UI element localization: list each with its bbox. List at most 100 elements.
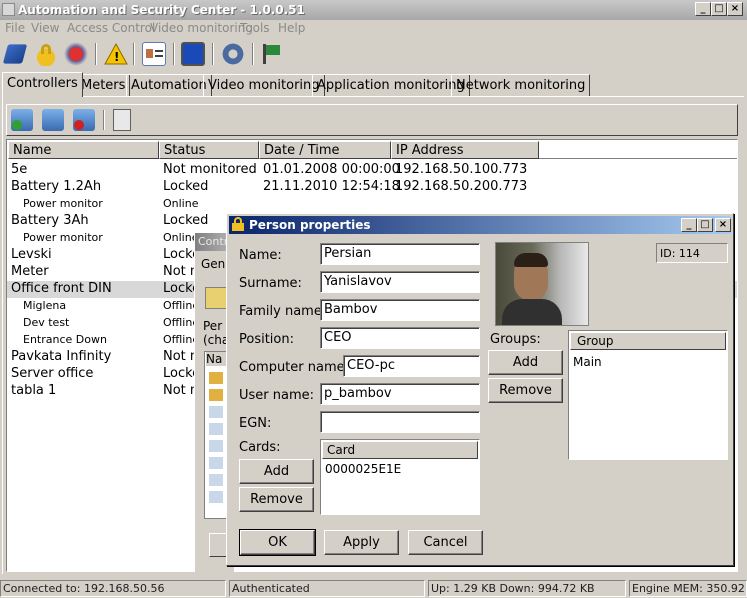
cards-column-header[interactable]: Card xyxy=(322,441,478,459)
alarm-icon[interactable] xyxy=(64,42,88,66)
row-name: Dev test xyxy=(23,316,70,329)
row-status: Locked xyxy=(163,179,209,194)
row-datetime: 21.11.2010 12:54:18 xyxy=(263,179,400,194)
menu-help[interactable]: Help xyxy=(278,21,305,35)
close-button[interactable]: × xyxy=(727,2,743,16)
delete-controller-icon[interactable] xyxy=(73,109,95,131)
monitor-icon[interactable] xyxy=(181,42,205,66)
menu-file[interactable]: File xyxy=(5,21,25,35)
person-icon xyxy=(209,372,223,384)
row-status: Online xyxy=(163,197,199,210)
dialog-title: Person properties xyxy=(249,218,371,232)
add-controller-icon[interactable] xyxy=(11,109,33,131)
app-title-bar: Automation and Security Center - 1.0.0.5… xyxy=(0,0,747,20)
card-icon xyxy=(209,491,223,503)
menu-view[interactable]: View xyxy=(31,21,59,35)
row-datetime: 01.01.2008 00:00:00 xyxy=(263,162,400,177)
person-icon[interactable] xyxy=(205,287,227,309)
card-item[interactable]: 0000025E1E xyxy=(325,462,401,476)
table-row[interactable]: Power monitor Online xyxy=(7,196,737,213)
add-card-button[interactable]: Add xyxy=(239,459,314,484)
menu-tools[interactable]: Tools xyxy=(240,21,270,35)
background-window-tab[interactable]: Gen xyxy=(201,257,225,271)
name-label: Name: xyxy=(239,248,282,263)
person-icon xyxy=(209,389,223,401)
row-name: Miglena xyxy=(23,299,67,312)
remove-card-button[interactable]: Remove xyxy=(239,487,314,512)
controllers-toolbar xyxy=(6,104,738,136)
menu-access-control[interactable]: Access Control xyxy=(67,21,155,35)
column-header-name[interactable]: Name xyxy=(8,141,159,159)
tab-meters[interactable]: Meters xyxy=(76,74,131,96)
computer-name-label: Computer name: xyxy=(239,360,350,375)
svg-text:!: ! xyxy=(114,50,119,64)
tab-network-monitoring[interactable]: Network monitoring xyxy=(451,74,591,96)
dialog-minimize-button[interactable]: _ xyxy=(681,218,697,232)
card-icon xyxy=(209,457,223,469)
dialog-close-button[interactable]: × xyxy=(715,218,731,232)
row-status: Not monitored xyxy=(163,162,257,177)
surname-field[interactable]: Yanislavov xyxy=(320,271,480,293)
position-field[interactable]: CEO xyxy=(320,327,480,349)
table-row[interactable]: Battery 1.2Ah Locked 21.11.2010 12:54:18 19… xyxy=(7,179,737,196)
tab-application-monitoring[interactable]: Application monitoring xyxy=(312,74,470,96)
main-toolbar: ! xyxy=(0,38,747,72)
family-name-label: Family name: xyxy=(239,304,327,319)
egn-field[interactable] xyxy=(320,411,480,433)
row-name: tabla 1 xyxy=(11,383,57,398)
column-header-ip[interactable]: IP Address xyxy=(391,141,539,159)
user-name-field[interactable]: p_bambov xyxy=(320,383,480,405)
groups-list[interactable]: Group Main xyxy=(568,330,728,460)
dialog-title-bar: Person properties xyxy=(229,216,731,234)
app-logo-icon xyxy=(2,3,15,16)
status-connection: Connected to: 192.168.50.56 xyxy=(0,580,226,597)
egn-label: EGN: xyxy=(239,416,272,431)
add-group-button[interactable]: Add xyxy=(488,350,563,375)
name-field[interactable]: Persian xyxy=(320,243,480,265)
position-label: Position: xyxy=(239,332,294,347)
row-name: Battery 3Ah xyxy=(11,213,89,228)
remove-group-button[interactable]: Remove xyxy=(488,378,563,403)
warning-icon[interactable]: ! xyxy=(104,42,128,66)
menu-video-monitoring[interactable]: Video monitoring xyxy=(150,21,253,35)
card-icon xyxy=(209,440,223,452)
cancel-button[interactable]: Cancel xyxy=(408,530,483,555)
dialog-maximize-button[interactable]: □ xyxy=(697,218,713,232)
row-name: Office front DIN xyxy=(11,281,112,296)
table-row[interactable]: 5e Not monitored 01.01.2008 00:00:00 192.16… xyxy=(7,162,737,179)
card-icon xyxy=(209,406,223,418)
column-header-datetime[interactable]: Date / Time xyxy=(259,141,391,159)
group-item[interactable]: Main xyxy=(573,355,602,369)
background-window-label: Per xyxy=(203,319,223,333)
person-photo xyxy=(495,242,589,326)
status-traffic: Up: 1.29 KB Down: 994.72 KB xyxy=(428,580,626,597)
family-name-field[interactable]: Bambov xyxy=(320,299,480,321)
clipboard-icon[interactable] xyxy=(113,109,131,131)
ok-button[interactable]: OK xyxy=(239,529,316,556)
edit-controller-icon[interactable] xyxy=(42,109,64,131)
minimize-button[interactable]: _ xyxy=(695,2,711,16)
maximize-button[interactable]: □ xyxy=(711,2,727,16)
tab-controllers[interactable]: Controllers xyxy=(2,72,83,97)
groups-column-header[interactable]: Group xyxy=(570,332,726,350)
exit-flag-icon[interactable] xyxy=(260,42,284,66)
tab-video-monitoring[interactable]: Video monitoring xyxy=(203,74,325,96)
menu-bar: File View Access Control Video monitorin… xyxy=(0,20,747,38)
surname-label: Surname: xyxy=(239,276,302,291)
row-ip: 192.168.50.100.773 xyxy=(395,162,528,177)
tab-automation[interactable]: Automation xyxy=(126,74,212,96)
window-title: Automation and Security Center - 1.0.0.5… xyxy=(18,3,305,17)
card-icon xyxy=(209,423,223,435)
computer-name-field[interactable]: CEO-pc xyxy=(343,355,480,377)
settings-gear-icon[interactable] xyxy=(221,42,245,66)
cards-list[interactable]: Card 0000025E1E xyxy=(320,439,480,515)
network-connect-icon[interactable] xyxy=(2,44,28,64)
row-ip: 192.168.50.200.773 xyxy=(395,179,528,194)
row-status: Locked xyxy=(163,213,209,228)
row-name: Server office xyxy=(11,366,94,381)
apply-button[interactable]: Apply xyxy=(324,530,399,555)
person-card-icon[interactable] xyxy=(142,42,166,66)
user-name-label: User name: xyxy=(239,388,315,403)
lock-icon[interactable] xyxy=(34,42,58,66)
column-header-status[interactable]: Status xyxy=(159,141,259,159)
